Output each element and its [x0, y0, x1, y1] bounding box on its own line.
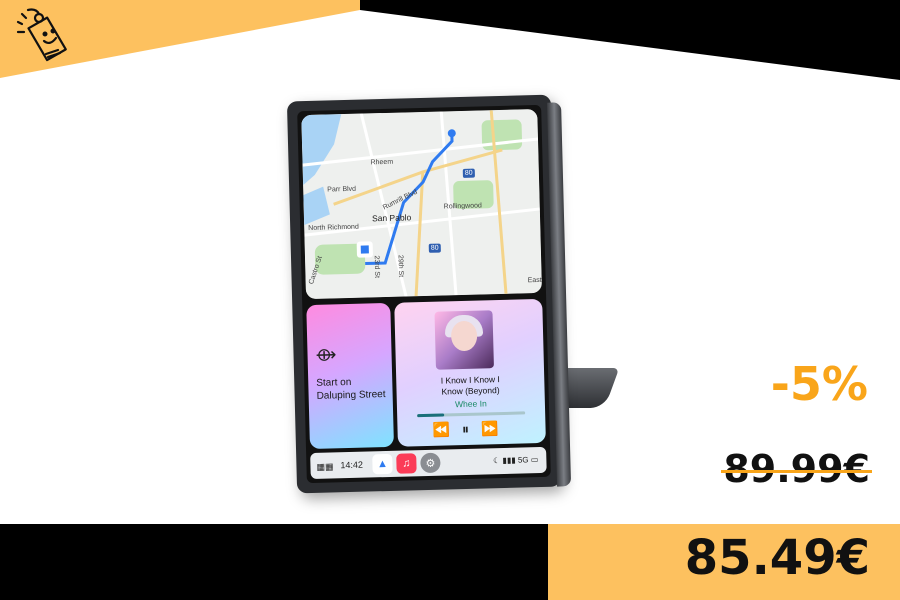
- battery-icon: ▭: [530, 455, 539, 465]
- music-card: I Know I Know I Know (Beyond) Whee In ⏪⏸…: [394, 298, 546, 447]
- highway-shield: 80: [428, 243, 441, 253]
- carplay-dock: ▦▦ 14:42 ▲ ♫ ⚙ ☾ ▮▮▮ 5G ▭: [310, 446, 547, 480]
- song-title: I Know I Know I Know (Beyond): [396, 373, 545, 399]
- map-label: San Pablo: [371, 212, 412, 224]
- map-label: 23rd St: [372, 255, 381, 279]
- device-screen: Rheem Parr Blvd Rumrill Blvd San Pablo R…: [297, 104, 551, 484]
- map-label: North Richmond: [308, 223, 359, 233]
- map-label: East: [527, 276, 542, 285]
- network-label: 5G: [517, 455, 529, 465]
- map-graphic: [301, 108, 543, 300]
- map-label: Rheem: [370, 158, 394, 167]
- song-artist: Whee In: [454, 398, 487, 410]
- app-grid-icon: ▦▦: [316, 461, 334, 472]
- old-price-strikethrough: [721, 470, 872, 473]
- album-art: [434, 310, 494, 370]
- map-label: Rollingwood: [443, 202, 482, 211]
- old-price-value: 89.99€: [723, 447, 870, 491]
- discount-badge: -5%: [770, 357, 868, 411]
- map-label: 29th St: [396, 254, 405, 278]
- pause-icon: ⏸: [461, 420, 482, 438]
- price-tag-smiley-icon: [16, 8, 67, 62]
- old-price: 89.99€: [721, 447, 872, 491]
- playback-controls: ⏪⏸⏩: [397, 419, 545, 440]
- playback-progress: [417, 411, 526, 418]
- highway-shield: 80: [462, 168, 475, 178]
- progress-fill: [417, 413, 445, 418]
- fast-forward-icon: ⏩: [480, 419, 511, 437]
- map-label: Parr Blvd: [327, 185, 357, 194]
- music-app-icon: ♫: [396, 453, 417, 474]
- top-right-black-band: [360, 0, 900, 80]
- album-art-face: [450, 320, 478, 352]
- moon-icon: ☾ ▮▮▮: [492, 455, 519, 466]
- rewind-icon: ⏪: [432, 421, 463, 438]
- nav-line2: Daluping Street: [316, 389, 386, 402]
- status-bar: ☾ ▮▮▮ 5G ▭: [493, 455, 539, 465]
- map-card: Rheem Parr Blvd Rumrill Blvd San Pablo R…: [301, 108, 543, 300]
- dock-time: 14:42: [340, 459, 364, 471]
- turn-arrow-icon: ⟴: [315, 344, 337, 365]
- new-price: 85.49€: [684, 530, 870, 586]
- bottom-left-black-band: [0, 524, 548, 600]
- carplay-screen-device: Rheem Parr Blvd Rumrill Blvd San Pablo R…: [286, 94, 572, 494]
- nav-instruction: Start on Daluping Street: [316, 375, 386, 403]
- navigation-card: ⟴ Start on Daluping Street: [306, 302, 394, 450]
- settings-app-icon: ⚙: [420, 452, 441, 474]
- maps-app-icon: ▲: [372, 453, 393, 475]
